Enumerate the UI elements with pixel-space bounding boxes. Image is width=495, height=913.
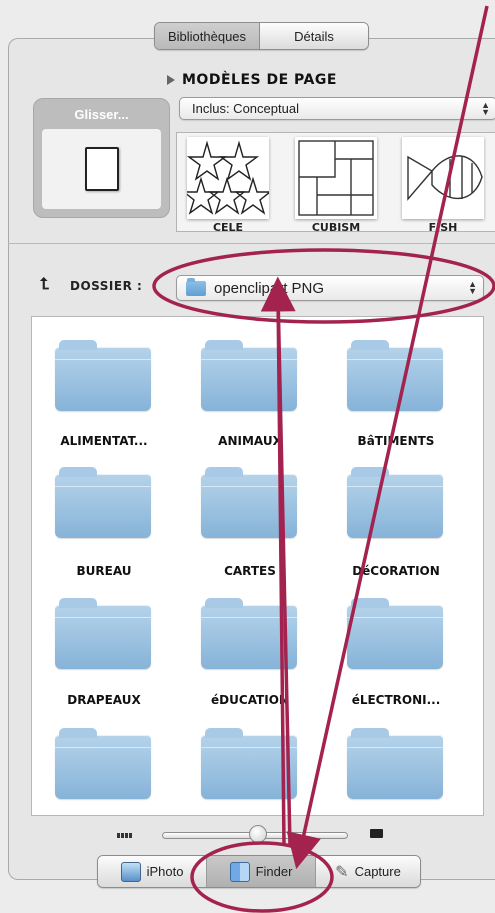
up-arrow-icon[interactable]: ⮤ [40, 276, 49, 294]
folder-grid: ALIMENTAT... ANIMAUX BâTIMENTS BUREAU CA… [31, 316, 484, 816]
folder-caption: DRAPEAUX [67, 693, 141, 707]
folder-caption: éDUCATION [211, 693, 289, 707]
drag-label: Glisser... [74, 107, 129, 122]
folder-icon [55, 340, 151, 411]
select-arrows-icon: ▲ ▼ [481, 99, 490, 117]
template-label-cubism: CUBISM [311, 221, 361, 232]
template-thumb-cubism[interactable] [295, 137, 377, 219]
pen-icon: ✎ [335, 863, 349, 881]
folder-caption: DéCORATION [352, 564, 440, 578]
iphoto-icon [120, 861, 141, 882]
tab-details[interactable]: Détails [260, 23, 368, 49]
folder-icon [201, 598, 297, 669]
folder-icon [201, 728, 297, 799]
tab-libraries[interactable]: Bibliothèques [155, 23, 260, 49]
tab-iphoto-label: iPhoto [146, 864, 184, 879]
template-label-fish: FISH [428, 221, 458, 232]
folder-icon [347, 728, 443, 799]
stars-thumbnail-icon [182, 140, 272, 215]
cubism-thumbnail-icon [298, 140, 374, 216]
folder-select[interactable]: openclipart PNG ▲ ▼ [176, 275, 484, 301]
folder-icon [201, 467, 297, 538]
large-thumbnail-icon[interactable] [370, 829, 383, 838]
template-set-select[interactable]: Inclus: Conceptual ▲ ▼ [179, 97, 495, 120]
folder-caption: ANIMAUX [218, 434, 282, 448]
source-tabbar[interactable]: iPhoto Finder ✎ Capture [97, 855, 421, 888]
template-label-cele: CELE [212, 221, 244, 232]
fish-thumbnail-icon [407, 155, 483, 201]
folder-caption: éLECTRONI... [351, 693, 441, 707]
folder-icon [55, 467, 151, 538]
folder-caption: BâTIMENTS [357, 434, 435, 448]
slider-knob[interactable] [249, 825, 267, 843]
folder-icon [347, 467, 443, 538]
view-segmented-control[interactable]: Bibliothèques Détails [154, 22, 369, 50]
tab-finder-label: Finder [255, 864, 293, 879]
small-thumbnail-icon[interactable] [117, 833, 133, 838]
select-arrows-icon: ▲ ▼ [468, 279, 477, 296]
tab-finder[interactable]: Finder [207, 856, 316, 887]
disclosure-triangle-icon[interactable] [167, 75, 175, 85]
folder-caption: ALIMENTAT... [60, 434, 148, 448]
section-divider [8, 243, 495, 244]
template-thumb-cele[interactable] [182, 137, 272, 219]
folder-icon [55, 728, 151, 799]
blank-page-icon[interactable] [84, 147, 119, 191]
folder-label: DOSSIER : [70, 279, 143, 293]
finder-icon [229, 861, 250, 882]
template-set-value: Inclus: Conceptual [192, 101, 299, 116]
drag-area[interactable]: Glisser... [33, 98, 170, 218]
template-thumb-fish[interactable] [402, 137, 484, 219]
tab-capture[interactable]: ✎ Capture [316, 856, 420, 887]
tab-capture-label: Capture [354, 864, 401, 879]
page-templates-header: MODÈLES DE PAGE [182, 72, 337, 88]
folder-caption: BUREAU [76, 564, 132, 578]
folder-icon [347, 598, 443, 669]
folder-icon [347, 340, 443, 411]
tab-iphoto[interactable]: iPhoto [98, 856, 207, 887]
folder-select-value: openclipart PNG [214, 279, 325, 297]
drag-well [42, 129, 161, 209]
template-thumbnails: CELE CUBISM FISH [176, 132, 495, 232]
folder-icon [201, 340, 297, 411]
folder-caption: CARTES [224, 564, 276, 578]
folder-icon [186, 277, 206, 296]
folder-icon [55, 598, 151, 669]
